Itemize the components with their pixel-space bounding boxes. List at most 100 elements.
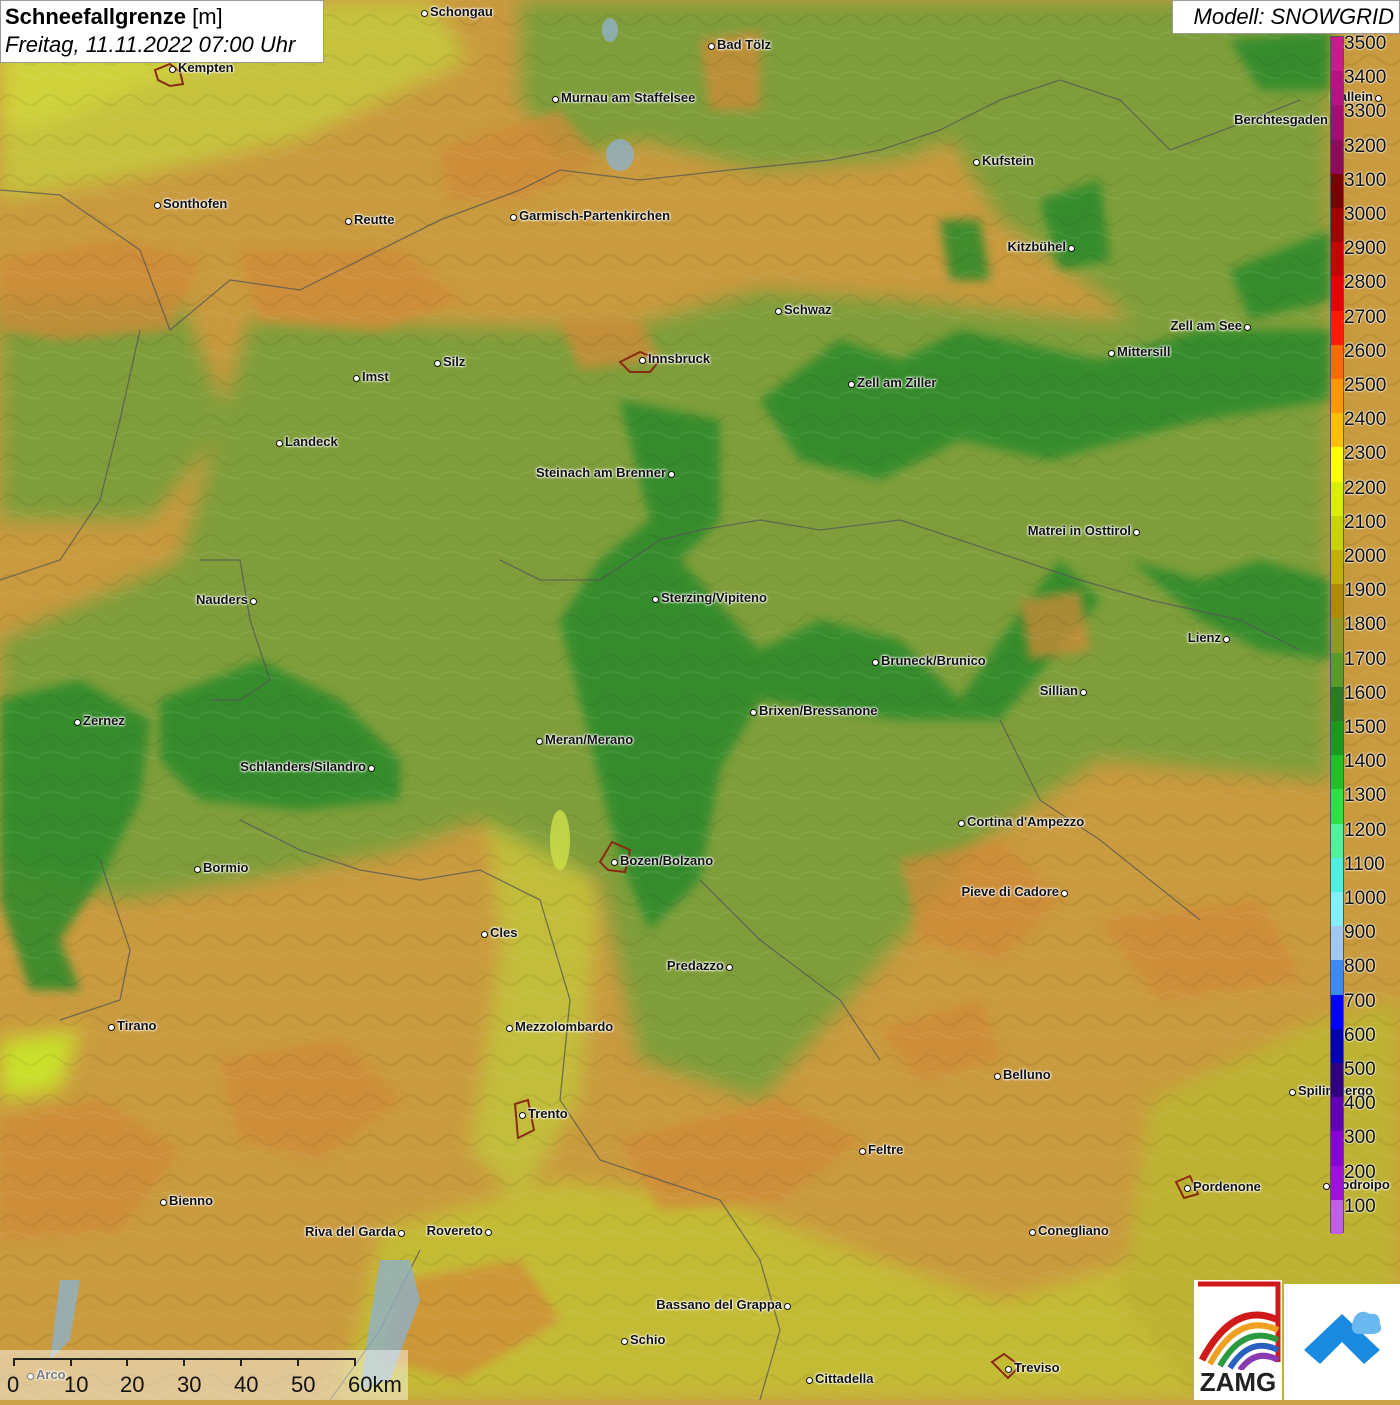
city-label[interactable]: Brixen/Bressanone [759,704,878,718]
legend-value-label: 1800 [1344,614,1387,636]
scale-label: 50 [291,1372,316,1397]
legend-color-swatch [1331,1097,1343,1132]
legend-value-label: 2300 [1344,443,1387,465]
city-label[interactable]: Reutte [354,213,394,227]
legend-color-swatch [1331,1131,1343,1167]
city-label[interactable]: Predazzo [667,959,724,973]
scale-tick [297,1358,299,1366]
city-dot [352,374,360,382]
legend-value-label: 1100 [1344,853,1385,875]
city-label[interactable]: Sillian [1040,684,1078,698]
city-label[interactable]: Innsbruck [648,352,710,366]
legend-value-label: 400 [1344,1093,1376,1115]
city-label[interactable]: Cortina d'Ampezzo [967,815,1084,829]
city-label[interactable]: Riva del Garda [305,1225,396,1239]
snow-app-logo[interactable] [1284,1284,1400,1400]
city-label[interactable]: Sonthofen [163,197,227,211]
city-label[interactable]: Landeck [285,435,338,449]
city-dot [153,201,161,209]
city-label[interactable]: Lienz [1188,631,1221,645]
city-label[interactable]: Nauders [196,593,248,607]
city-label[interactable]: Garmisch-Partenkirchen [519,209,670,223]
city-label[interactable]: Sterzing/Vipiteno [661,591,767,605]
city-dot [871,658,879,666]
city-dot [858,1147,866,1155]
city-label[interactable]: Bruneck/Brunico [881,654,986,668]
city-label[interactable]: Trento [528,1107,568,1121]
city-label[interactable]: Belluno [1003,1068,1051,1082]
zamg-logo[interactable]: ZAMG [1194,1280,1282,1400]
city-dot [551,95,559,103]
city-label[interactable]: Pordenone [1193,1180,1261,1194]
city-label[interactable]: Zell am Ziller [857,376,936,390]
city-dot [957,819,965,827]
city-label[interactable]: Steinach am Brenner [536,466,666,480]
scale-label: 10 [64,1372,89,1397]
city-dot [1288,1088,1296,1096]
city-label[interactable]: Feltre [868,1143,903,1157]
legend-value-label: 900 [1344,922,1376,944]
city-label[interactable]: Mittersill [1117,345,1170,359]
city-label[interactable]: Imst [362,370,389,384]
city-label[interactable]: Schongau [430,5,493,19]
scale-tick [240,1358,242,1366]
map-datetime: Freitag, 11.11.2022 07:00 Uhr [5,32,296,57]
city-label[interactable]: Murnau am Staffelsee [561,91,695,105]
city-label[interactable]: Bassano del Grappa [656,1298,782,1312]
city-label[interactable]: Schio [630,1333,665,1347]
city-label[interactable]: Zell am See [1170,319,1242,333]
scale-label: 20 [120,1372,145,1397]
city-label[interactable]: Matrei in Osttirol [1028,524,1131,538]
city-dot [847,380,855,388]
city-label[interactable]: Cittadella [815,1372,874,1386]
city-dot [420,9,428,17]
legend-color-swatch [1331,344,1343,380]
legend-value-label: 3400 [1344,67,1387,89]
city-dot [620,1337,628,1345]
legend-color-swatch [1331,892,1343,927]
city-label[interactable]: Pieve di Cadore [961,885,1059,899]
city-dot [193,865,201,873]
city-label[interactable]: Berchtesgaden [1234,113,1328,127]
legend-color-swatch [1331,71,1343,106]
legend-color-swatch [1331,379,1343,414]
city-label[interactable]: Bad Tölz [717,38,771,52]
legend-color-swatch [1331,139,1343,175]
city-dot [1028,1228,1036,1236]
city-label[interactable]: Schwaz [784,303,832,317]
city-label[interactable]: Kufstein [982,154,1034,168]
legend-value-label: 2000 [1344,546,1387,567]
legend-value-label: 800 [1344,956,1376,978]
city-label[interactable]: Meran/Merano [545,733,633,747]
city-dot [275,439,283,447]
city-dot [972,158,980,166]
legend-color-swatch [1331,1063,1343,1098]
legend-value-label: 500 [1344,1059,1376,1080]
city-label[interactable]: Conegliano [1038,1224,1109,1238]
city-dot [505,1024,513,1032]
city-label[interactable]: Silz [443,355,465,369]
city-dot [397,1229,405,1237]
city-dot [1132,528,1140,536]
city-label[interactable]: Schlanders/Silandro [240,760,366,774]
city-dot [480,930,488,938]
city-label[interactable]: Rovereto [427,1224,483,1238]
legend-value-label: 600 [1344,1024,1376,1046]
city-label[interactable]: Kitzbühel [1008,240,1067,254]
city-label[interactable]: Zernez [83,714,125,728]
city-label[interactable]: Kempten [178,61,234,75]
city-label[interactable]: Bienno [169,1194,213,1208]
city-label[interactable]: Treviso [1014,1361,1060,1375]
legend-value-label: 1300 [1344,785,1387,807]
legend-color-swatch [1331,686,1343,722]
city-label[interactable]: Tirano [117,1019,157,1033]
legend-value-label: 3000 [1344,204,1387,225]
city-dot [651,595,659,603]
legend-color-swatch [1331,37,1343,72]
map-title-box: Schneefallgrenze [m] Freitag, 11.11.2022… [0,0,324,63]
city-label[interactable]: Cles [490,926,517,940]
city-dot [1243,323,1251,331]
city-label[interactable]: Bormio [203,861,249,875]
city-label[interactable]: Bozen/Bolzano [620,854,713,868]
city-label[interactable]: Mezzolombardo [515,1020,613,1034]
